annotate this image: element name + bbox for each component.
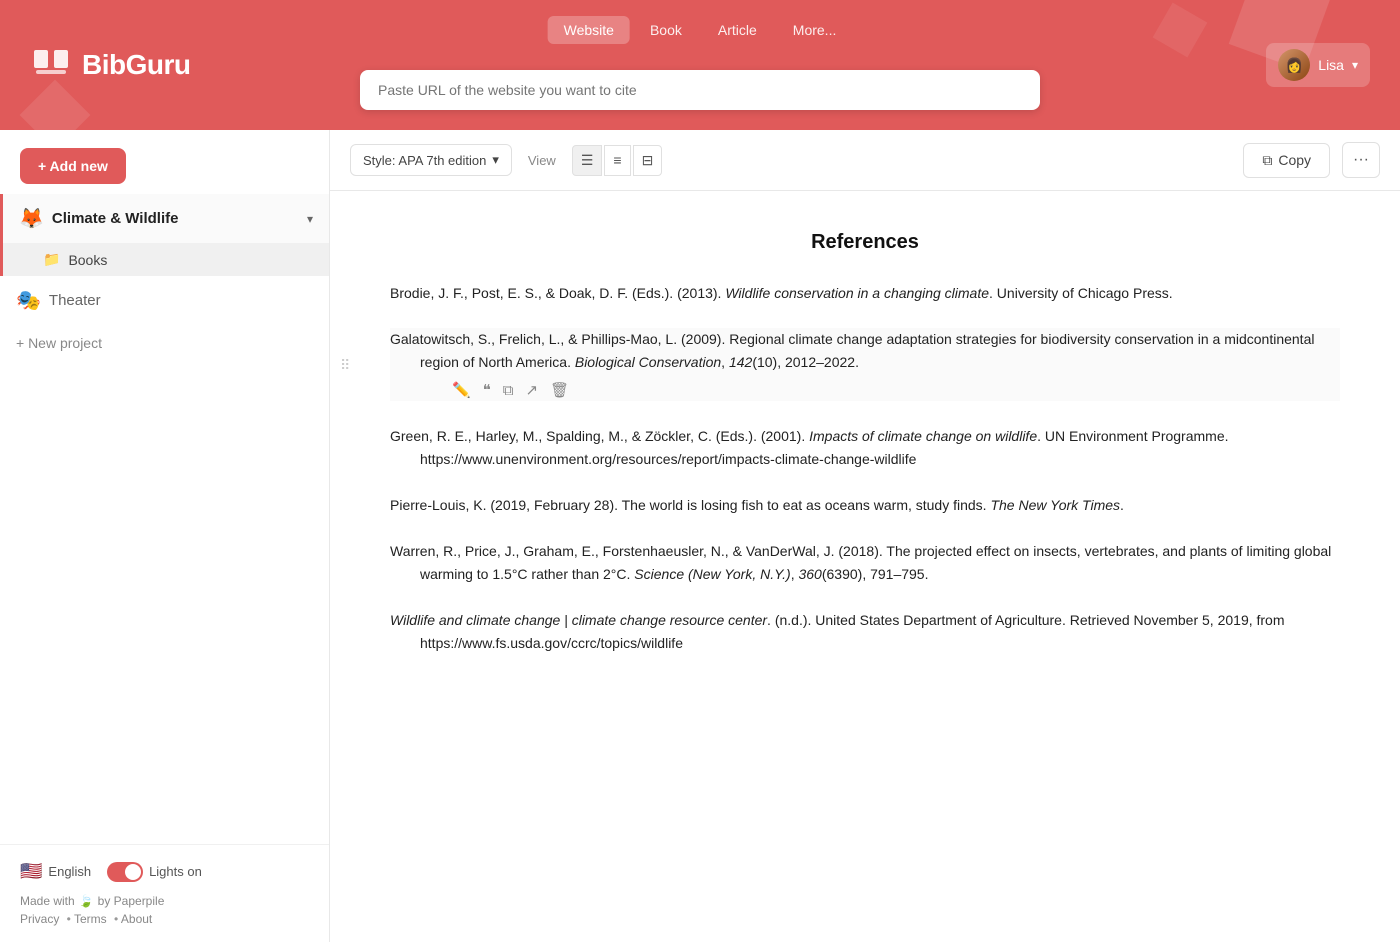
ref-actions: ✏️ ❝ ⧉ ↗ 🗑 [420,379,1340,401]
view-label: View [528,153,556,168]
logo-text: BibGuru [82,49,191,81]
sidebar-sub-item-books[interactable]: 📁 Books [3,243,329,276]
copy-button[interactable]: ⧉ Copy [1243,143,1330,178]
sidebar-project-header[interactable]: 🦊 Climate & Wildlife ▾ [3,194,329,243]
about-link[interactable]: About [121,912,152,926]
chevron-down-icon: ▾ [492,152,499,168]
lights-toggle[interactable] [107,862,143,882]
references-panel: References Brodie, J. F., Post, E. S., &… [330,191,1400,942]
by-paperpile-text: by Paperpile [98,894,165,908]
toolbar: Style: APA 7th edition ▾ View ☰ ≡ ⊟ ⧉ Co… [330,130,1400,191]
edit-icon[interactable]: ✏️ [450,379,473,401]
project-name: Climate & Wildlife [52,210,299,227]
new-project-button[interactable]: + New project [0,325,329,361]
style-label: Style: APA 7th edition [363,153,486,168]
sidebar-project-theater[interactable]: 🎭 Theater [0,276,329,325]
avatar: 👩 [1278,49,1310,81]
main-layout: + Add new 🦊 Climate & Wildlife ▾ 📁 Books… [0,130,1400,942]
ref-text-5: Warren, R., Price, J., Graham, E., Forst… [390,543,1331,581]
ref-text-3: Green, R. E., Harley, M., Spalding, M., … [390,428,1229,466]
table-row: Wildlife and climate change | climate ch… [390,609,1340,654]
ref-text-4: Pierre-Louis, K. (2019, February 28). Th… [390,497,1124,513]
chevron-down-icon: ▾ [1352,58,1358,72]
made-with-row: Made with 🍃 by Paperpile [20,894,309,908]
theater-emoji: 🎭 [16,288,41,313]
copy-ref-icon[interactable]: ⧉ [501,379,516,401]
search-input[interactable] [360,70,1040,110]
user-name: Lisa [1318,57,1344,73]
privacy-link[interactable]: Privacy [20,912,59,926]
view-indent-button[interactable]: ≡ [604,145,630,176]
sub-item-name: Books [68,252,107,268]
style-selector[interactable]: Style: APA 7th edition ▾ [350,144,512,176]
theater-name: Theater [49,292,101,309]
flag-icon: 🇺🇸 [20,861,42,882]
logo-area: BibGuru [30,44,191,86]
ref-text-1: Brodie, J. F., Post, E. S., & Doak, D. F… [390,285,1173,301]
search-bar-wrapper [360,70,1040,110]
table-row: ⠿ Galatowitsch, S., Frelich, L., & Phill… [390,328,1340,401]
terms-link[interactable]: Terms [74,912,107,926]
add-new-button[interactable]: + Add new [20,148,126,184]
language-button[interactable]: 🇺🇸 English [20,861,91,882]
view-list-button[interactable]: ☰ [572,145,603,176]
open-link-icon[interactable]: ↗ [523,379,540,401]
tab-more[interactable]: More... [777,16,853,44]
view-compact-button[interactable]: ⊟ [633,145,663,176]
header: BibGuru Website Book Article More... 👩 L… [0,0,1400,130]
more-options-button[interactable]: ··· [1342,142,1380,178]
table-row: Brodie, J. F., Post, E. S., & Doak, D. F… [390,282,1340,304]
tab-article[interactable]: Article [702,16,773,44]
nav-tabs: Website Book Article More... [548,16,853,44]
quote-icon[interactable]: ❝ [481,379,493,401]
paperpile-icon: 🍃 [79,894,94,908]
sidebar-footer: 🇺🇸 English Lights on Made with 🍃 by Pape… [0,844,329,942]
copy-icon: ⧉ [1262,152,1272,169]
tab-website[interactable]: Website [548,16,630,44]
chevron-down-icon: ▾ [307,212,313,226]
references-title: References [390,231,1340,254]
view-buttons: ☰ ≡ ⊟ [572,145,662,176]
table-row: Green, R. E., Harley, M., Spalding, M., … [390,425,1340,470]
copy-label: Copy [1278,152,1311,168]
footer-links: Privacy • Terms • About [20,912,309,926]
tab-book[interactable]: Book [634,16,698,44]
ref-text-2: Galatowitsch, S., Frelich, L., & Phillip… [390,331,1314,369]
project-emoji: 🦊 [19,206,44,231]
language-label: English [48,864,91,879]
bibguru-logo-icon [30,44,72,86]
lights-label: Lights on [149,864,202,879]
language-lights-row: 🇺🇸 English Lights on [20,861,309,882]
made-with-text: Made with [20,894,75,908]
ref-text-6: Wildlife and climate change | climate ch… [390,612,1285,650]
user-menu[interactable]: 👩 Lisa ▾ [1266,43,1370,87]
table-row: Pierre-Louis, K. (2019, February 28). Th… [390,494,1340,516]
folder-icon: 📁 [43,251,60,268]
lights-toggle-area: Lights on [107,862,202,882]
table-row: Warren, R., Price, J., Graham, E., Forst… [390,540,1340,585]
content-area: Style: APA 7th edition ▾ View ☰ ≡ ⊟ ⧉ Co… [330,130,1400,942]
sidebar: + Add new 🦊 Climate & Wildlife ▾ 📁 Books… [0,130,330,942]
avatar-image: 👩 [1278,49,1310,81]
delete-icon[interactable]: 🗑 [548,379,571,401]
sidebar-project-climate: 🦊 Climate & Wildlife ▾ 📁 Books [0,194,329,276]
